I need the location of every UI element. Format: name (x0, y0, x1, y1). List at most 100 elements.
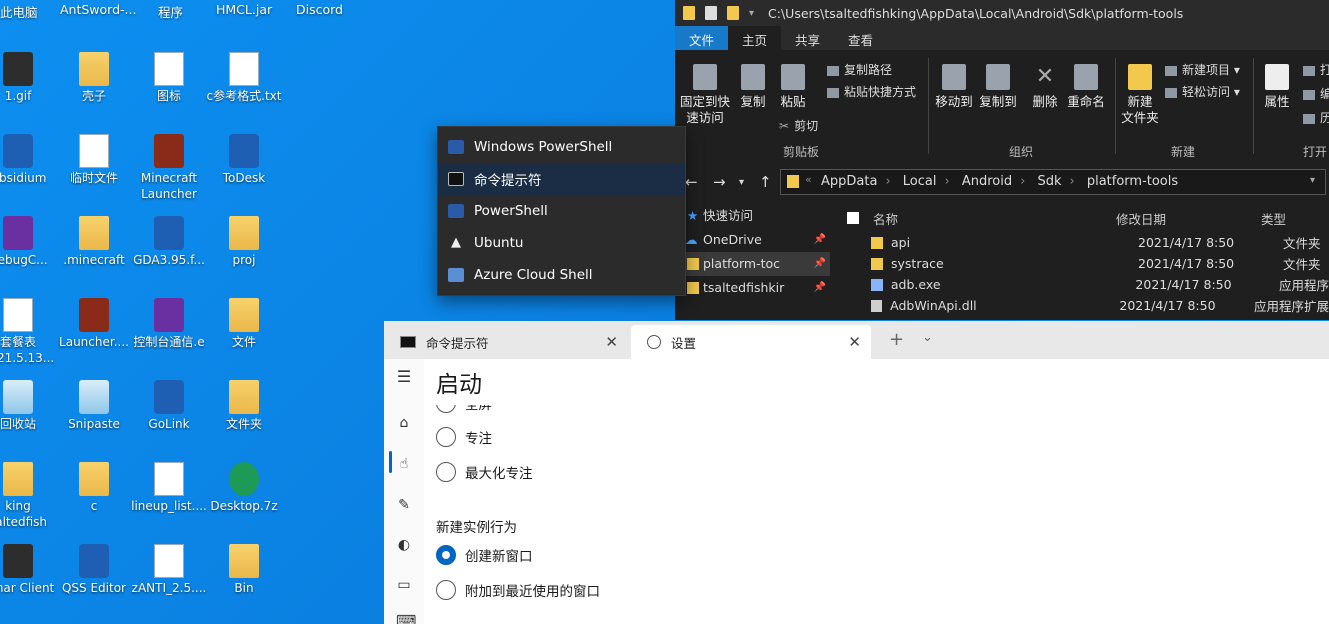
close-icon[interactable]: ✕ (605, 333, 618, 351)
new-instance-option[interactable]: 附加到最近使用的窗口 (436, 580, 600, 600)
rendering-icon[interactable]: ▭ (396, 577, 412, 593)
menu-item-command-prompt[interactable]: 命令提示符 (438, 163, 685, 195)
tab-command-prompt[interactable]: 命令提示符 ✕ (384, 325, 628, 359)
desktop-icon[interactable]: Bin (204, 540, 284, 620)
desktop-icon[interactable]: Snipaste (54, 376, 134, 456)
paste-button[interactable]: 粘贴 (775, 64, 811, 110)
new-item-button[interactable]: 新建项目 ▾ (1165, 61, 1240, 78)
breadcrumb-appdata[interactable]: AppData (821, 174, 877, 189)
desktop-icon[interactable]: ToDesk (204, 130, 284, 210)
file-row[interactable]: adb.exe 2021/4/17 8:50 应用程序 (835, 274, 1329, 295)
desktop-icon[interactable]: 套餐表 2021.5.13... (0, 294, 58, 374)
hamburger-menu-icon[interactable]: ☰ (396, 369, 412, 385)
desktop-icon[interactable]: Obsidium (0, 130, 58, 210)
open-button[interactable]: 打 (1303, 61, 1329, 78)
forward-arrow-icon[interactable]: → (713, 173, 726, 191)
desktop-icon[interactable]: 控制台通信.e (129, 294, 209, 374)
desktop-label[interactable]: Discord (296, 2, 343, 17)
desktop-icon[interactable]: zANTI_2.5.... (129, 540, 209, 620)
menu-item-windows-powershell[interactable]: Windows PowerShell (438, 131, 685, 163)
address-dropdown-icon[interactable]: ▾ (1310, 175, 1315, 186)
pin-to-quick-access-button[interactable]: 固定到快 速访问 (679, 64, 731, 126)
copy-path-button[interactable]: 复制路径 (827, 61, 892, 78)
close-icon[interactable]: ✕ (848, 333, 861, 351)
column-name[interactable]: 名称 (873, 209, 1116, 228)
new-folder-button[interactable]: 新建 文件夹 (1121, 64, 1159, 126)
desktop-icon[interactable]: 回收站 (0, 376, 58, 456)
radio-button-selected[interactable] (436, 545, 456, 565)
desktop-icon[interactable]: 壳子 (54, 48, 134, 128)
desktop-label[interactable]: 此电脑 (0, 2, 38, 21)
tab-view[interactable]: 查看 (834, 26, 887, 50)
edit-button[interactable]: 编 (1303, 85, 1329, 102)
radio-button[interactable] (436, 427, 456, 447)
desktop-icon[interactable]: 图标 (129, 48, 209, 128)
copy-button[interactable]: 复制 (735, 64, 771, 110)
column-date[interactable]: 修改日期 (1116, 209, 1261, 228)
menu-item-powershell[interactable]: PowerShell (438, 195, 685, 227)
desktop-icon[interactable]: 1.gif (0, 48, 58, 128)
desktop-icon[interactable]: Minecraft Launcher (129, 130, 209, 210)
radio-button[interactable] (436, 405, 456, 413)
properties-check-icon[interactable] (705, 6, 717, 20)
new-tab-plus-icon[interactable]: + (889, 329, 904, 350)
customize-toolbar-icon[interactable]: ▾ (749, 8, 754, 19)
history-button[interactable]: 历 (1303, 109, 1329, 126)
recent-locations-chevron-icon[interactable]: ▾ (739, 177, 744, 188)
tab-home[interactable]: 主页 (728, 26, 782, 50)
desktop-icon[interactable]: 临时文件 (54, 130, 134, 210)
desktop-icon[interactable]: Launcher.... (54, 294, 134, 374)
nav-item-onedrive[interactable]: ☁ OneDrive 📌 (675, 228, 830, 252)
desktop-icon[interactable]: .minecraft (54, 212, 134, 292)
move-to-button[interactable]: 移动到 (933, 64, 975, 110)
quick-access-folder-icon[interactable] (683, 6, 695, 20)
radio-button[interactable] (436, 580, 456, 600)
column-type[interactable]: 类型 (1261, 209, 1286, 228)
desktop-icon[interactable]: GoLink (129, 376, 209, 456)
desktop-label[interactable]: 程序 (158, 2, 183, 21)
desktop-icon[interactable]: 文件 (204, 294, 284, 374)
desktop-icon[interactable]: DebugC... (0, 212, 58, 292)
paste-shortcut-button[interactable]: 粘贴快捷方式 (827, 83, 916, 100)
properties-button[interactable]: 属性 (1259, 64, 1295, 110)
new-instance-option[interactable]: 创建新窗口 (436, 545, 533, 565)
up-arrow-icon[interactable]: ↑ (759, 173, 772, 191)
desktop-icon[interactable]: Lunar Client (0, 540, 58, 620)
breadcrumb-android[interactable]: Android (962, 174, 1012, 189)
appearance-icon[interactable]: ✎ (396, 497, 412, 513)
file-row[interactable]: systrace 2021/4/17 8:50 文件夹 (835, 253, 1329, 274)
radio-button[interactable] (436, 462, 456, 482)
desktop-icon[interactable]: c参考格式.txt (204, 48, 284, 128)
rename-button[interactable]: 重命名 (1065, 64, 1107, 110)
new-folder-icon[interactable] (727, 6, 739, 20)
new-tab-dropdown-chevron-icon[interactable]: ⌄ (922, 330, 933, 345)
menu-item-ubuntu[interactable]: ▲ Ubuntu (438, 227, 685, 259)
back-arrow-icon[interactable]: ← (685, 173, 698, 191)
breadcrumb-platform-tools[interactable]: platform-tools (1087, 174, 1178, 189)
tab-share[interactable]: 共享 (781, 26, 834, 50)
desktop-icon[interactable]: proj (204, 212, 284, 292)
breadcrumb-overflow-icon[interactable]: « (805, 173, 812, 186)
tab-settings[interactable]: 设置 ✕ (631, 325, 871, 359)
delete-button[interactable]: ✕ 删除 (1027, 64, 1063, 110)
breadcrumb-sdk[interactable]: Sdk (1037, 174, 1061, 189)
desktop-icon[interactable]: GDA3.95.f... (129, 212, 209, 292)
desktop-icon[interactable]: 文件夹 (204, 376, 284, 456)
menu-item-azure-cloud-shell[interactable]: Azure Cloud Shell (438, 259, 685, 291)
nav-item-user-folder[interactable]: tsaltedfishkir 📌 (675, 276, 830, 300)
desktop-label[interactable]: HMCL.jar (216, 2, 272, 17)
actions-icon[interactable]: ⌨ (396, 613, 416, 624)
desktop-icon[interactable]: lineup_list.... (129, 458, 209, 538)
file-row[interactable]: api 2021/4/17 8:50 文件夹 (835, 232, 1329, 253)
nav-item-platform-tools[interactable]: platform-toc 📌 (675, 252, 830, 276)
copy-to-button[interactable]: 复制到 (977, 64, 1019, 110)
easy-access-button[interactable]: 轻松访问 ▾ (1165, 83, 1240, 100)
interaction-icon[interactable]: ☝ (396, 456, 412, 472)
desktop-icon[interactable]: king saltedfish (0, 458, 58, 538)
startup-icon[interactable]: ⌂ (396, 415, 412, 431)
color-schemes-icon[interactable]: ◐ (396, 537, 412, 553)
address-bar[interactable]: « AppData › Local › Android › Sdk › platform… (780, 169, 1326, 195)
tab-file[interactable]: 文件 (675, 26, 729, 50)
launch-mode-option[interactable]: 全屏 (436, 405, 492, 413)
launch-mode-option[interactable]: 专注 (436, 427, 492, 447)
